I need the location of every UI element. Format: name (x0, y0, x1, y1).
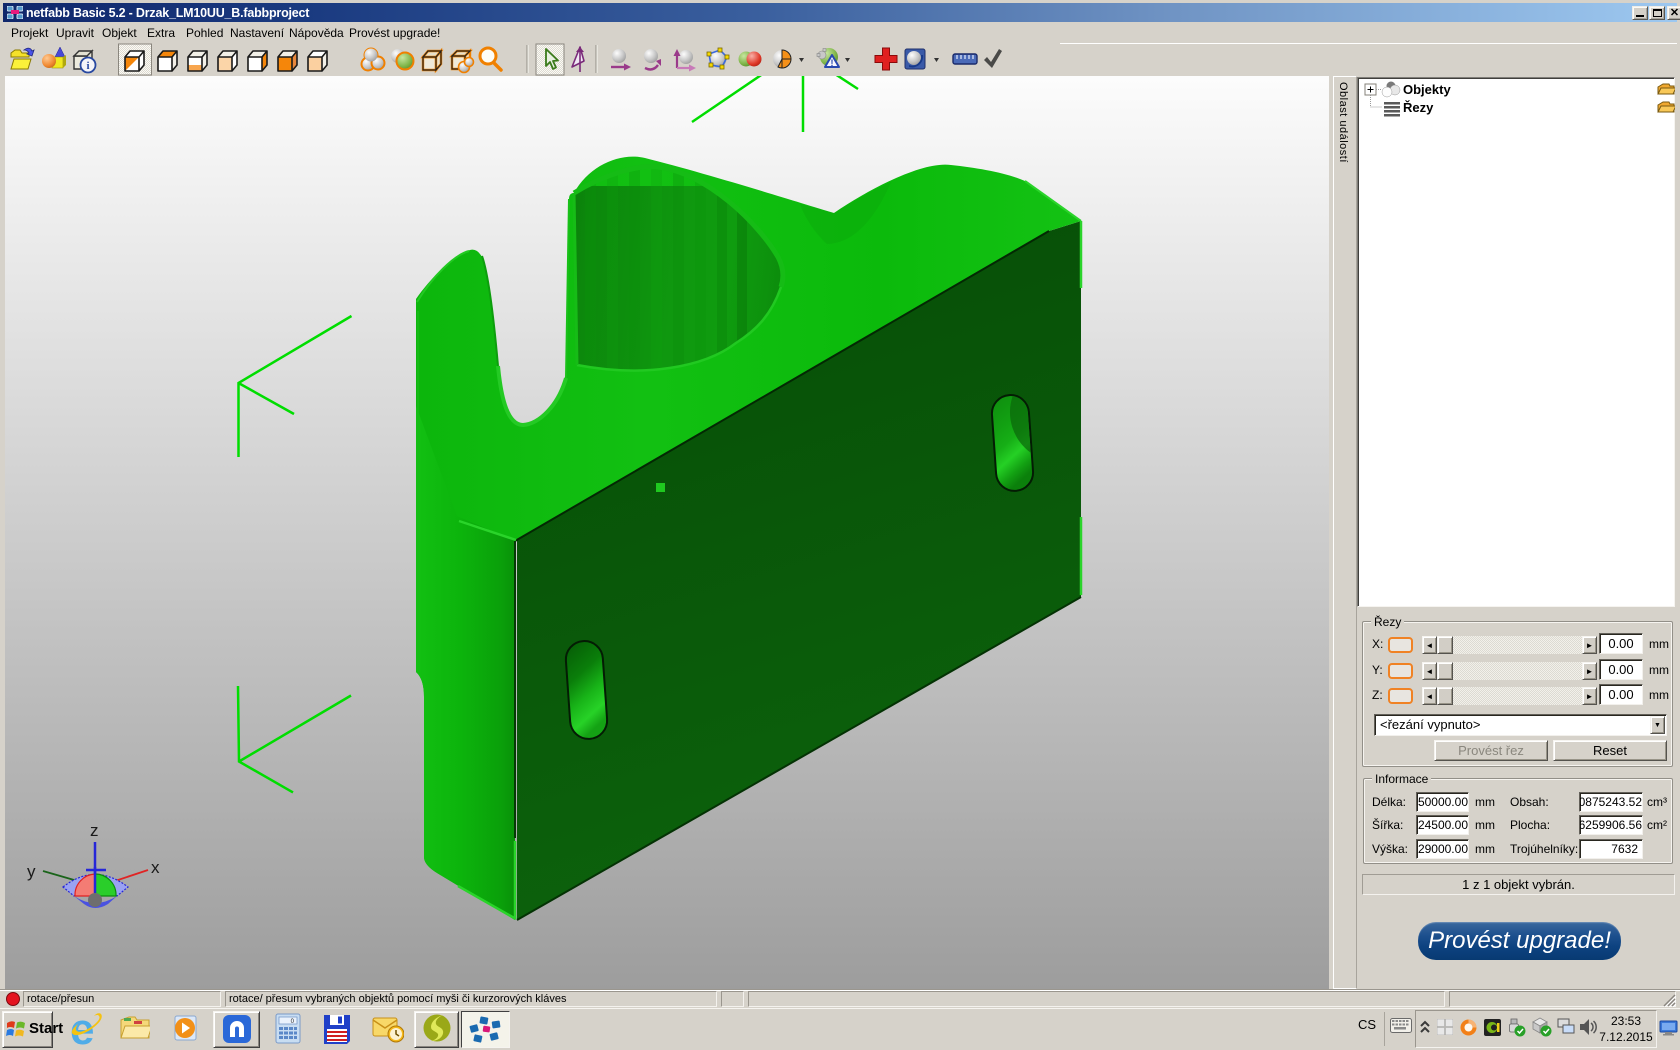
svg-text:z: z (90, 821, 99, 840)
svg-text:!: ! (831, 58, 834, 68)
svg-text:Objekty: Objekty (1403, 82, 1451, 97)
svg-text:x: x (151, 858, 160, 877)
svg-text:Řezy: Řezy (1403, 100, 1434, 115)
svg-text:y: y (27, 862, 36, 881)
svg-text:i: i (86, 60, 89, 72)
